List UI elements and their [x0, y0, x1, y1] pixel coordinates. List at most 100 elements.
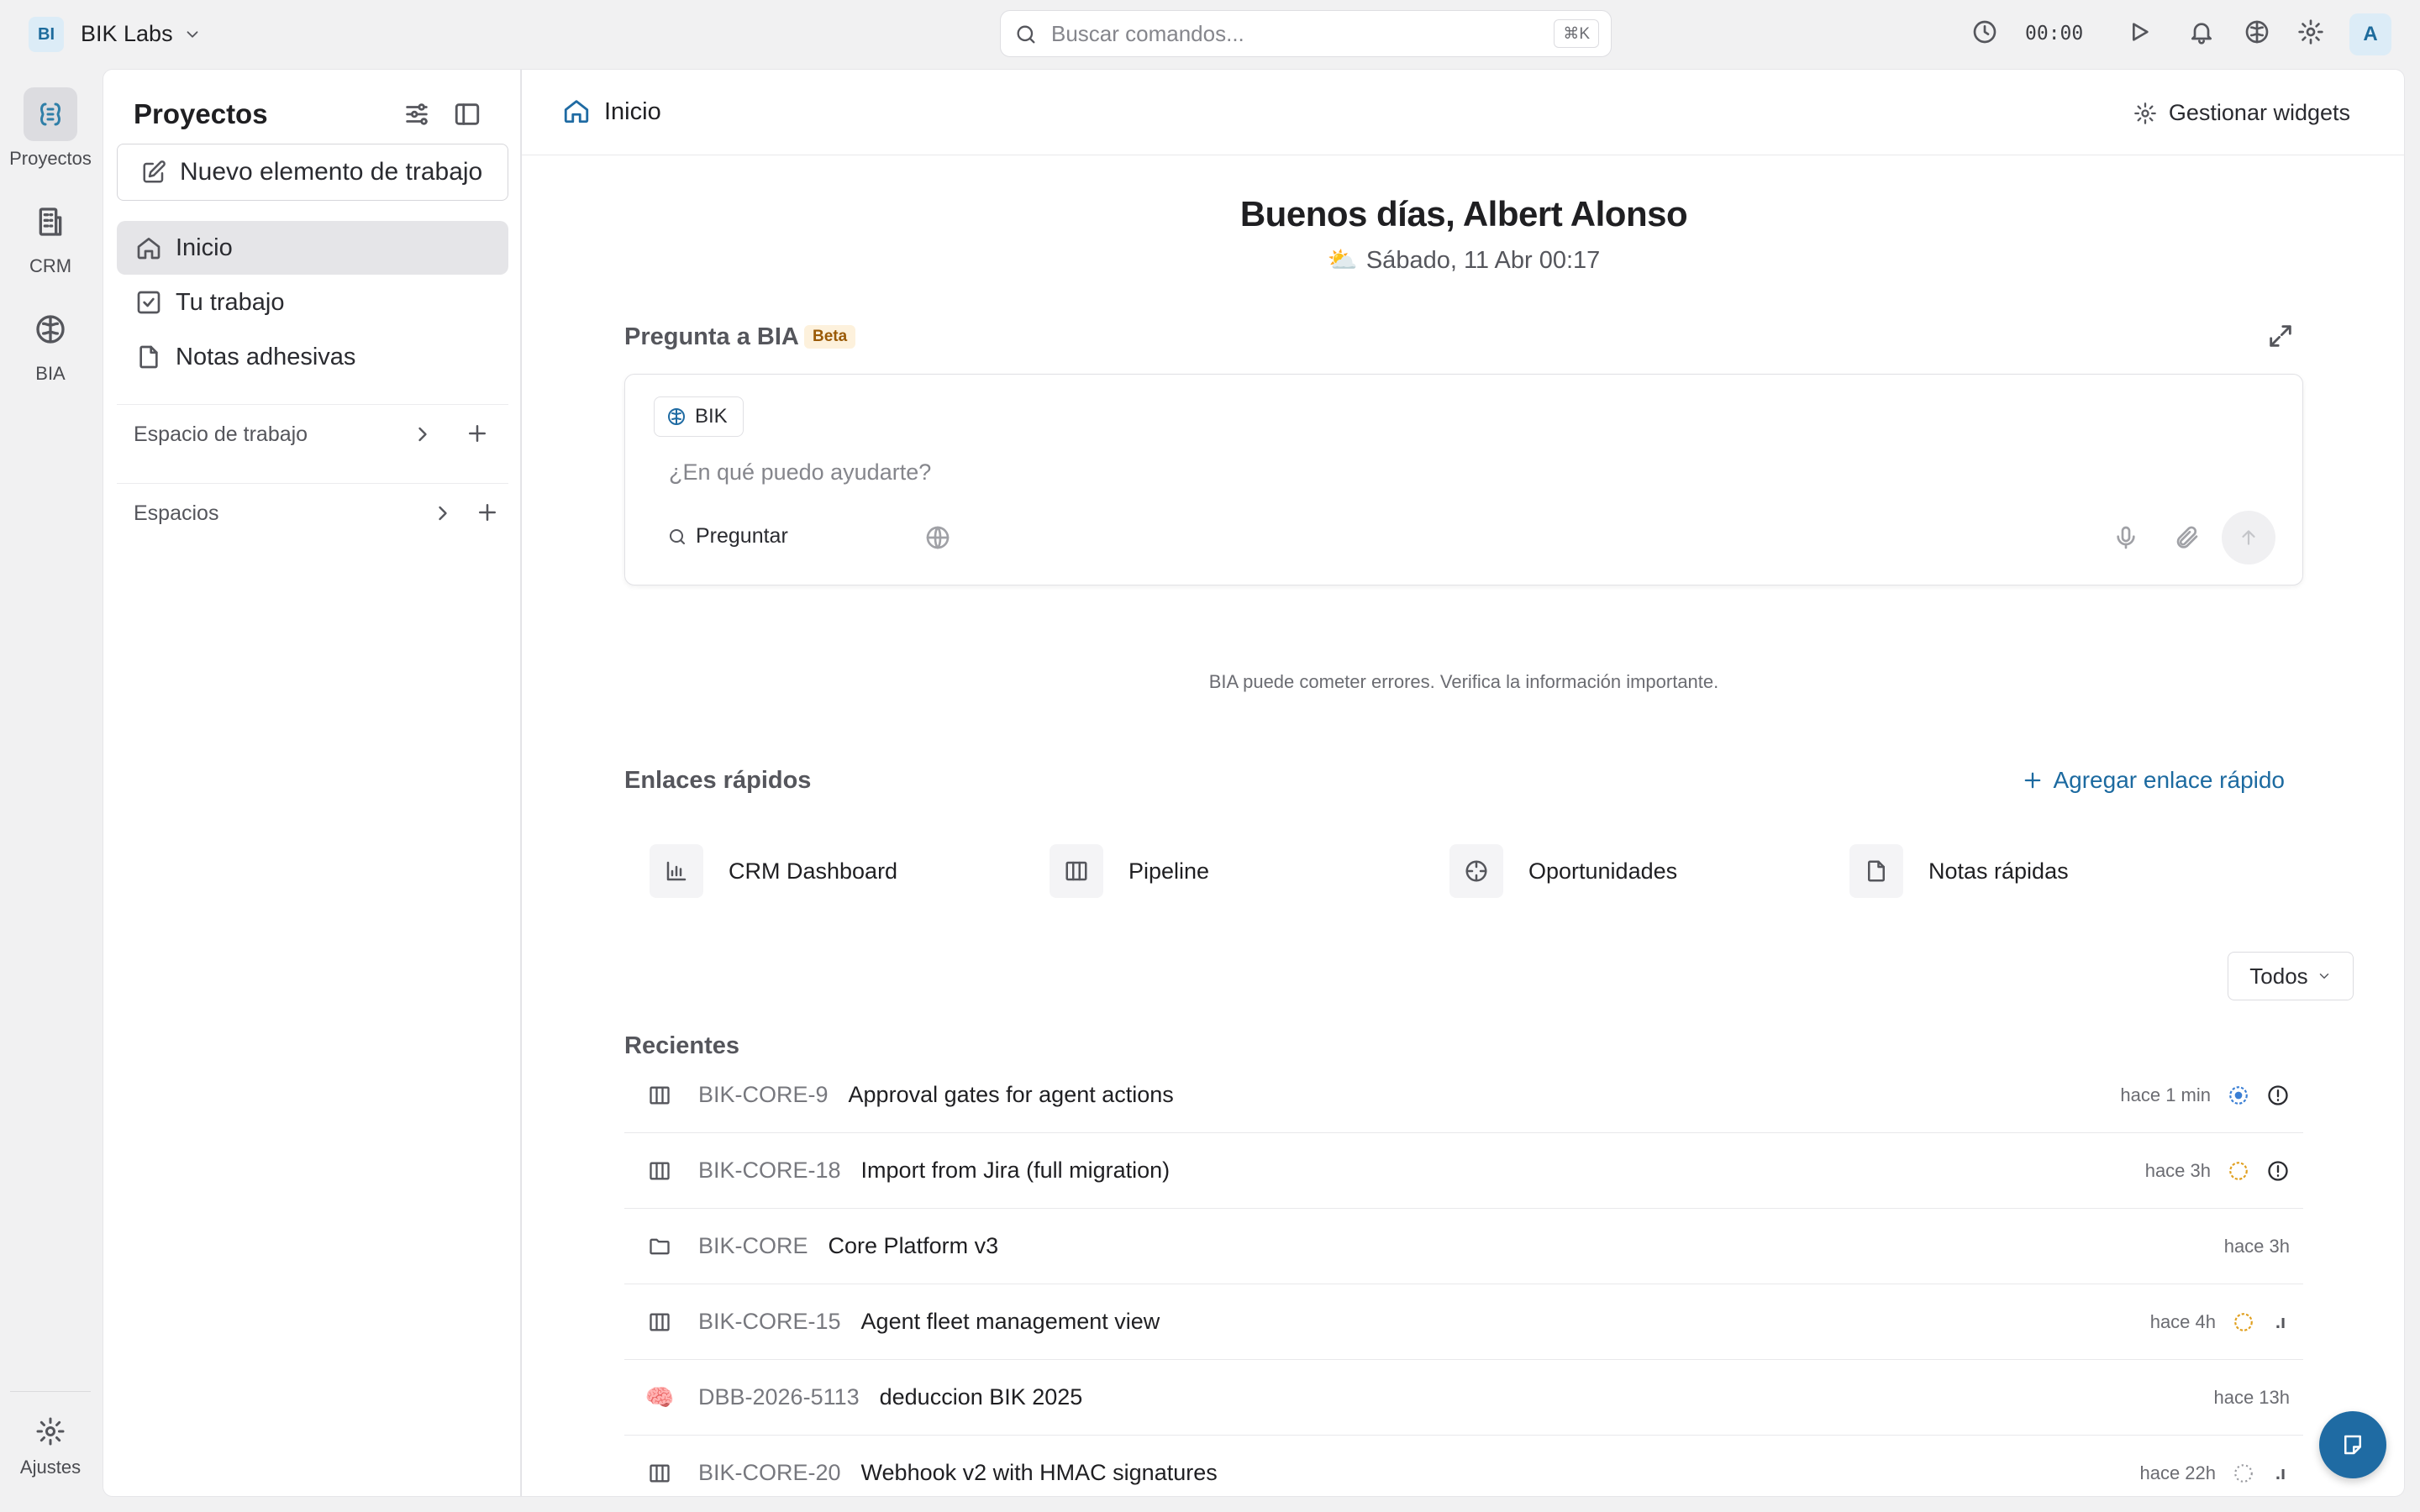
- recent-name: Import from Jira (full migration): [860, 1158, 1171, 1183]
- rail-item-settings[interactable]: Ajustes: [0, 1413, 101, 1478]
- quick-link-quick-notes[interactable]: Notas rápidas: [1849, 844, 2069, 898]
- columns-icon: [1050, 844, 1103, 898]
- microphone-icon[interactable]: [2112, 524, 2139, 551]
- ask-button-label: Preguntar: [696, 524, 788, 548]
- sidebar-title: Proyectos: [134, 98, 268, 129]
- play-icon[interactable]: [2126, 18, 2153, 45]
- chevron-down-icon[interactable]: [183, 25, 202, 44]
- page-title: Inicio: [604, 98, 661, 125]
- ask-bia-box: BIK Preguntar: [624, 374, 2303, 585]
- ask-input[interactable]: [669, 455, 2181, 489]
- recent-row[interactable]: BIK-CORE-20 Webhook v2 with HMAC signatu…: [624, 1436, 2303, 1496]
- recent-row[interactable]: BIK-CORE Core Platform v3 hace 3h: [624, 1209, 2303, 1284]
- clock-icon[interactable]: [1971, 18, 1998, 45]
- home-icon: [135, 234, 162, 261]
- board-icon: [641, 1159, 678, 1183]
- home-icon: [562, 97, 591, 125]
- floating-notes-button[interactable]: [2319, 1411, 2386, 1478]
- sidebar-divider: [117, 404, 508, 405]
- plus-icon[interactable]: [475, 500, 500, 525]
- priority-urgent-icon[interactable]: [2266, 1159, 2290, 1183]
- command-search[interactable]: ⌘K: [1000, 10, 1612, 57]
- status-todo-icon[interactable]: [2228, 1160, 2249, 1182]
- nav-item-sticky-notes[interactable]: Notas adhesivas: [117, 330, 508, 384]
- recent-time: hace 22h: [2139, 1462, 2216, 1483]
- manage-widgets-button[interactable]: Gestionar widgets: [2133, 100, 2350, 126]
- quick-links-title: Enlaces rápidos: [624, 767, 812, 794]
- workspace-badge[interactable]: BI: [29, 17, 64, 52]
- gear-icon: [2133, 102, 2157, 125]
- nav-item-home[interactable]: Inicio: [117, 221, 508, 275]
- recent-name: deduccion BIK 2025: [879, 1384, 1083, 1410]
- recent-name: Agent fleet management view: [860, 1309, 1160, 1334]
- rail-divider: [10, 1391, 91, 1392]
- quick-link-crm-dashboard[interactable]: CRM Dashboard: [650, 844, 897, 898]
- rail-item-bia[interactable]: BIA: [0, 302, 101, 385]
- main-content: Inicio Gestionar widgets Buenos días, Al…: [521, 69, 2405, 1497]
- manage-widgets-label: Gestionar widgets: [2168, 100, 2350, 125]
- brain-icon: [24, 302, 77, 356]
- nav-item-label: Tu trabajo: [176, 288, 285, 316]
- quick-link-opportunities[interactable]: Oportunidades: [1449, 844, 1677, 898]
- recent-row[interactable]: BIK-CORE-18 Import from Jira (full migra…: [624, 1133, 2303, 1209]
- ask-button[interactable]: Preguntar: [667, 524, 788, 549]
- nav-item-your-work[interactable]: Tu trabajo: [117, 276, 508, 329]
- sidebar-toggle-icon[interactable]: [453, 100, 481, 129]
- file-icon: [1849, 844, 1903, 898]
- priority-low-icon[interactable]: .ı: [2271, 1462, 2290, 1484]
- sliders-icon[interactable]: [402, 100, 431, 129]
- recents-list: BIK-CORE-9 Approval gates for agent acti…: [624, 1058, 2303, 1496]
- add-quick-link-label: Agregar enlace rápido: [2053, 767, 2285, 793]
- priority-low-icon[interactable]: .ı: [2271, 1311, 2290, 1333]
- plus-icon: [2021, 769, 2044, 792]
- status-backlog-icon[interactable]: [2233, 1462, 2254, 1484]
- new-work-item-button[interactable]: Nuevo elemento de trabajo: [117, 144, 508, 201]
- quick-link-label: Notas rápidas: [1928, 858, 2069, 884]
- arrow-up-icon: [2238, 527, 2260, 549]
- timer-display: 00:00: [2025, 23, 2084, 45]
- app-rail: Proyectos CRM BIA Ajustes: [0, 69, 101, 1512]
- brain-icon: [666, 407, 687, 427]
- globe-icon[interactable]: [924, 524, 951, 551]
- page-header: Inicio Gestionar widgets: [522, 70, 2404, 155]
- brain-icon[interactable]: [2244, 18, 2270, 45]
- greeting-title: Buenos días, Albert Alonso: [1239, 194, 1688, 234]
- recent-row[interactable]: BIK-CORE-15 Agent fleet management view …: [624, 1284, 2303, 1360]
- quick-link-pipeline[interactable]: Pipeline: [1050, 844, 1209, 898]
- rail-label: Ajustes: [19, 1457, 82, 1478]
- priority-urgent-icon[interactable]: [2266, 1084, 2290, 1107]
- search-shortcut: ⌘K: [1554, 19, 1599, 48]
- sidebar-divider: [117, 483, 508, 484]
- chevron-right-icon[interactable]: [431, 501, 455, 525]
- workspace-name[interactable]: BIK Labs: [81, 21, 173, 47]
- bell-icon[interactable]: [2188, 18, 2215, 45]
- beta-badge: Beta: [804, 325, 856, 349]
- context-chip-label: BIK: [695, 405, 728, 428]
- user-avatar[interactable]: A: [2349, 13, 2391, 55]
- rail-item-projects[interactable]: Proyectos: [0, 87, 101, 170]
- recent-row[interactable]: BIK-CORE-9 Approval gates for agent acti…: [624, 1058, 2303, 1133]
- send-button[interactable]: [2222, 511, 2275, 564]
- gear-icon[interactable]: [2297, 18, 2324, 45]
- expand-icon[interactable]: [2266, 322, 2295, 350]
- check-square-icon: [135, 289, 162, 316]
- add-quick-link-button[interactable]: Agregar enlace rápido: [2021, 767, 2285, 794]
- recents-filter-dropdown[interactable]: Todos: [2228, 952, 2354, 1000]
- chevron-right-icon[interactable]: [411, 423, 434, 446]
- status-in-progress-icon[interactable]: [2228, 1084, 2249, 1106]
- section-spaces[interactable]: Espacios: [134, 501, 218, 526]
- rail-item-crm[interactable]: CRM: [0, 195, 101, 277]
- gear-icon: [24, 1413, 77, 1450]
- paperclip-icon[interactable]: [2173, 524, 2200, 551]
- search-input[interactable]: [1051, 19, 1522, 48]
- section-workspace[interactable]: Espacio de trabajo: [134, 423, 308, 447]
- quick-link-label: Pipeline: [1128, 858, 1210, 884]
- ask-disclaimer: BIA puede cometer errores. Verifica la i…: [1208, 671, 1719, 692]
- recent-key: BIK-CORE-15: [698, 1309, 841, 1334]
- recent-row[interactable]: 🧠 DBB-2026-5113 deduccion BIK 2025 hace …: [624, 1360, 2303, 1436]
- plus-icon[interactable]: [465, 421, 490, 446]
- recent-time: hace 4h: [2149, 1311, 2216, 1332]
- board-icon: [641, 1462, 678, 1485]
- status-todo-icon[interactable]: [2233, 1311, 2254, 1333]
- context-chip[interactable]: BIK: [654, 396, 744, 437]
